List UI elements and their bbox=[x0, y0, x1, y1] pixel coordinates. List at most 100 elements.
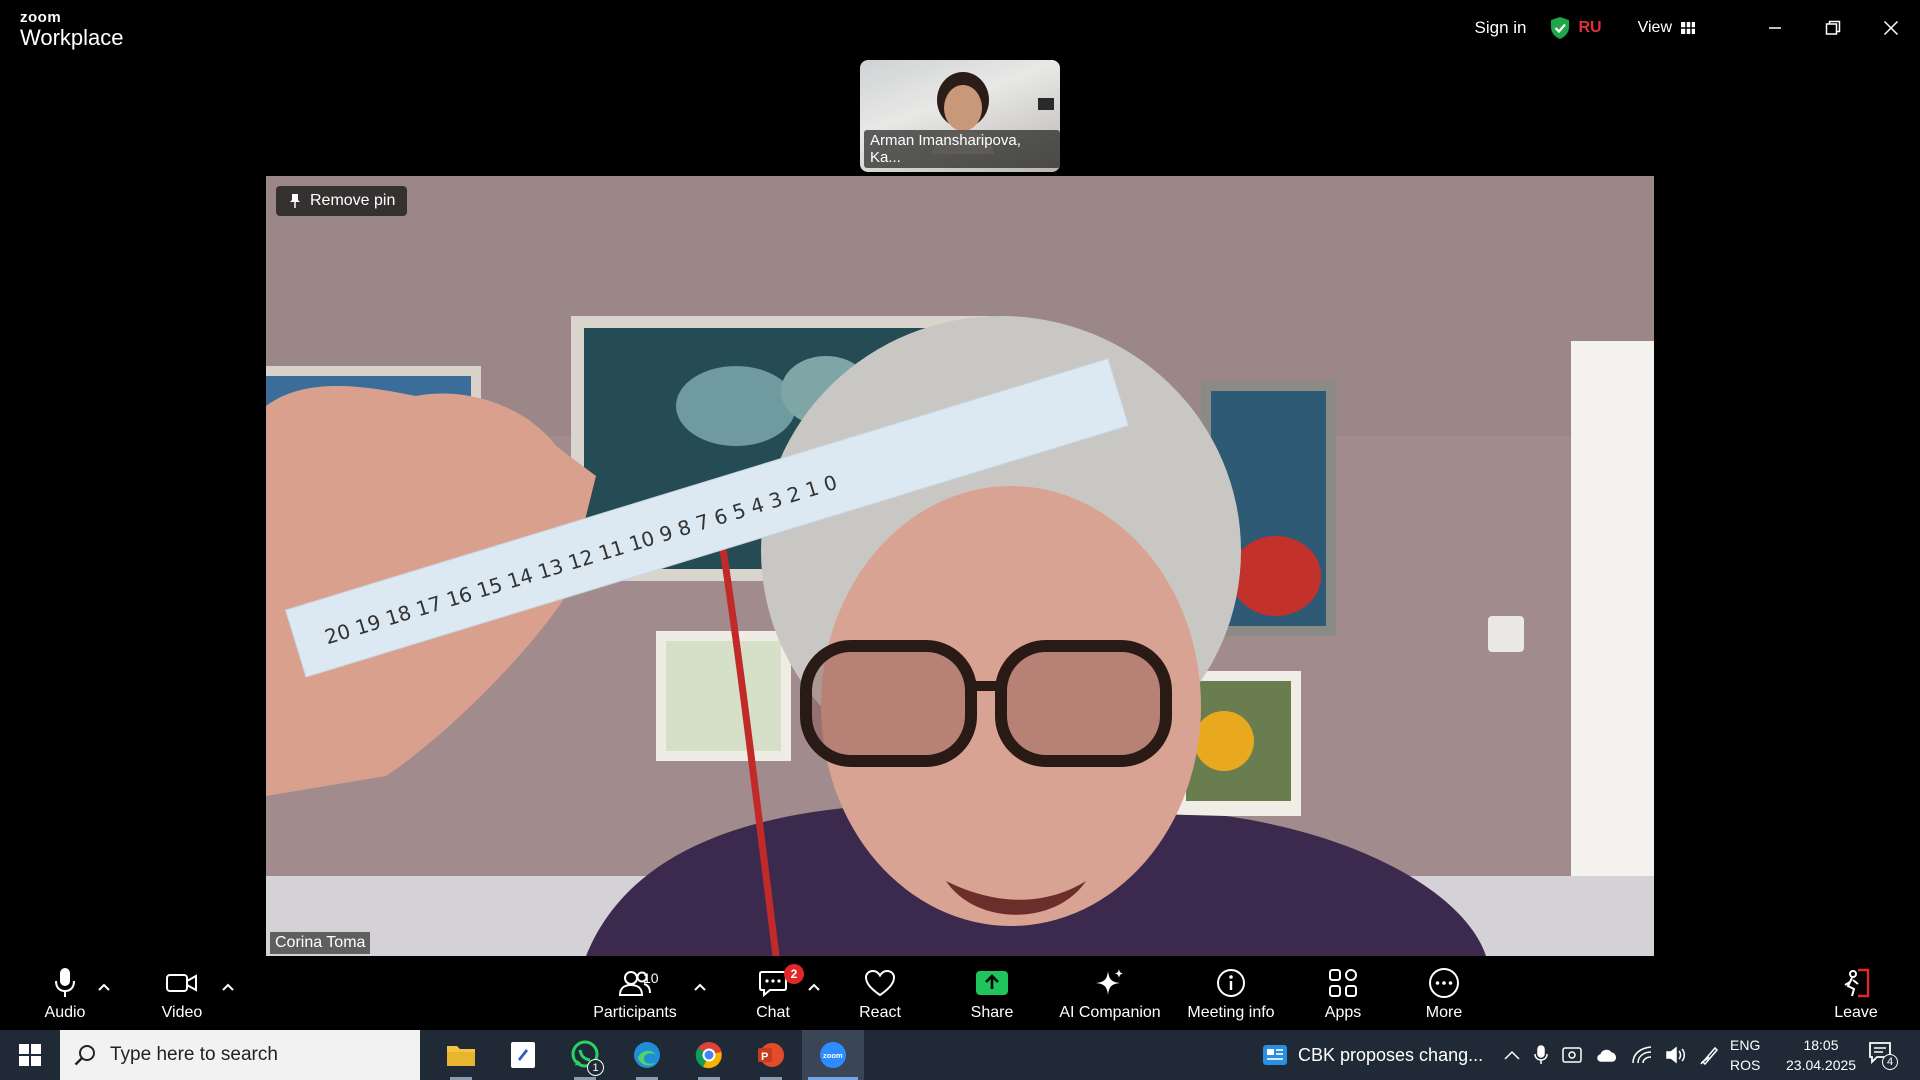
video-camera-icon bbox=[166, 974, 197, 992]
news-widget[interactable]: CBK proposes chang... bbox=[1262, 1030, 1483, 1080]
remove-pin-button[interactable]: Remove pin bbox=[276, 186, 408, 216]
audio-label: Audio bbox=[44, 1004, 86, 1021]
ai-companion-label: AI Companion bbox=[1059, 1004, 1161, 1021]
chrome-browser-icon bbox=[695, 1042, 722, 1069]
chevron-up-icon bbox=[694, 983, 706, 991]
pen-icon[interactable] bbox=[1700, 1045, 1720, 1065]
chevron-up-icon bbox=[808, 983, 820, 991]
react-label: React bbox=[859, 1004, 901, 1021]
meeting-info-button[interactable]: Meeting info bbox=[1186, 964, 1276, 1022]
remove-pin-label: Remove pin bbox=[310, 192, 396, 209]
svg-text:zoom: zoom bbox=[823, 1051, 843, 1060]
restore-button[interactable] bbox=[1804, 0, 1862, 56]
notification-count: 4 bbox=[1882, 1054, 1898, 1070]
folder-icon bbox=[447, 1046, 475, 1066]
microphone-icon[interactable] bbox=[1534, 1045, 1548, 1065]
language-code: ENG bbox=[1730, 1037, 1761, 1053]
heart-icon bbox=[864, 969, 896, 997]
react-button[interactable]: React bbox=[859, 964, 901, 1022]
main-video-tile[interactable]: 20 19 18 17 16 15 14 13 12 11 10 9 8 7 6… bbox=[266, 176, 1654, 956]
view-button[interactable]: View bbox=[1638, 19, 1696, 37]
taskbar-powerpoint[interactable]: P bbox=[740, 1030, 802, 1080]
wall-switch bbox=[1038, 98, 1054, 110]
sign-in-link[interactable]: Sign in bbox=[1475, 18, 1527, 38]
audio-options-caret[interactable] bbox=[98, 978, 110, 996]
share-button[interactable]: Share bbox=[970, 964, 1014, 1022]
powerpoint-icon: P bbox=[758, 1043, 784, 1067]
region-label[interactable]: RU bbox=[1579, 19, 1602, 37]
taskbar-app-blue[interactable] bbox=[492, 1030, 554, 1080]
thumbnail-participant-name: Arman Imansharipova, Ka... bbox=[864, 130, 1060, 168]
logo-workplace-text: Workplace bbox=[20, 25, 124, 50]
close-button[interactable] bbox=[1862, 0, 1920, 56]
search-icon bbox=[74, 1045, 95, 1066]
keyboard-layout-code: ROS bbox=[1730, 1057, 1761, 1073]
apps-button[interactable]: Apps bbox=[1324, 964, 1362, 1022]
chat-options-caret[interactable] bbox=[808, 978, 820, 996]
chat-button[interactable]: 2 Chat bbox=[756, 964, 804, 1022]
meet-now-icon[interactable] bbox=[1562, 1046, 1582, 1064]
video-button[interactable]: Video bbox=[160, 964, 204, 1022]
start-button[interactable] bbox=[0, 1030, 60, 1080]
windows-logo-icon bbox=[19, 1044, 41, 1066]
onedrive-cloud-icon[interactable] bbox=[1596, 1048, 1618, 1062]
pin-icon bbox=[290, 194, 300, 208]
whatsapp-badge: 1 bbox=[587, 1059, 604, 1076]
taskbar-file-explorer[interactable] bbox=[430, 1030, 492, 1080]
taskbar-edge[interactable] bbox=[616, 1030, 678, 1080]
logo-zoom-text: zoom bbox=[20, 9, 62, 26]
clock-date: 23.04.2025 bbox=[1786, 1057, 1857, 1073]
leave-label: Leave bbox=[1834, 1004, 1878, 1021]
leave-door-icon bbox=[1844, 968, 1870, 998]
taskbar-zoom[interactable]: zoom bbox=[802, 1030, 864, 1080]
participants-label: Participants bbox=[593, 1004, 677, 1021]
apps-icon bbox=[1329, 969, 1357, 997]
more-label: More bbox=[1425, 1004, 1463, 1021]
sparkle-icon bbox=[1096, 969, 1123, 995]
participants-button[interactable]: 10 Participants bbox=[593, 964, 677, 1022]
leave-button[interactable]: Leave bbox=[1834, 964, 1878, 1022]
input-language-indicator[interactable]: ENG ROS bbox=[1730, 1035, 1760, 1075]
network-icon[interactable] bbox=[1632, 1046, 1652, 1064]
view-label: View bbox=[1637, 19, 1672, 36]
video-label: Video bbox=[161, 1004, 203, 1021]
chat-unread-badge: 2 bbox=[784, 964, 804, 984]
participants-count: 10 bbox=[643, 970, 659, 986]
zoom-workplace-logo: zoom Workplace bbox=[20, 10, 124, 49]
news-icon bbox=[1263, 1045, 1287, 1065]
ai-companion-button[interactable]: AI Companion bbox=[1059, 964, 1161, 1022]
notification-center-button[interactable]: 4 bbox=[1868, 1040, 1898, 1071]
close-icon bbox=[1883, 20, 1899, 36]
grid-view-icon bbox=[1681, 22, 1695, 34]
info-icon bbox=[1217, 969, 1245, 997]
taskbar-chrome[interactable] bbox=[678, 1030, 740, 1080]
title-bar: zoom Workplace Sign in RU View bbox=[0, 0, 1920, 56]
audio-button[interactable]: Audio bbox=[40, 964, 90, 1022]
taskbar-clock[interactable]: 18:05 23.04.2025 bbox=[1786, 1035, 1856, 1075]
encryption-shield-icon[interactable] bbox=[1549, 16, 1571, 40]
document-app-icon bbox=[511, 1042, 535, 1068]
svg-text:P: P bbox=[761, 1051, 768, 1063]
system-tray bbox=[1504, 1030, 1720, 1080]
chevron-up-icon bbox=[222, 983, 234, 991]
minimize-button[interactable] bbox=[1746, 0, 1804, 56]
participants-options-caret[interactable] bbox=[694, 978, 706, 996]
chat-label: Chat bbox=[756, 1004, 790, 1021]
video-options-caret[interactable] bbox=[222, 978, 234, 996]
zoom-app-icon: zoom bbox=[820, 1042, 846, 1068]
news-headline: CBK proposes chang... bbox=[1298, 1044, 1484, 1065]
participant-thumbnail-video[interactable]: Arman Imansharipova, Ka... bbox=[860, 60, 1060, 172]
more-button[interactable]: More bbox=[1422, 964, 1466, 1022]
taskbar-search-box[interactable]: Type here to search bbox=[60, 1030, 420, 1080]
share-screen-icon bbox=[976, 971, 1008, 995]
main-participant-name: Corina Toma bbox=[270, 932, 371, 954]
taskbar-whatsapp[interactable]: 1 bbox=[554, 1030, 616, 1080]
chevron-up-icon bbox=[98, 983, 110, 991]
search-placeholder: Type here to search bbox=[110, 1044, 278, 1065]
chevron-up-icon[interactable] bbox=[1504, 1050, 1520, 1060]
video-frame-image: 20 19 18 17 16 15 14 13 12 11 10 9 8 7 6… bbox=[266, 176, 1654, 956]
volume-icon[interactable] bbox=[1666, 1046, 1686, 1064]
edge-browser-icon bbox=[634, 1042, 660, 1068]
microphone-icon bbox=[55, 968, 75, 997]
more-ellipsis-icon bbox=[1429, 968, 1459, 998]
